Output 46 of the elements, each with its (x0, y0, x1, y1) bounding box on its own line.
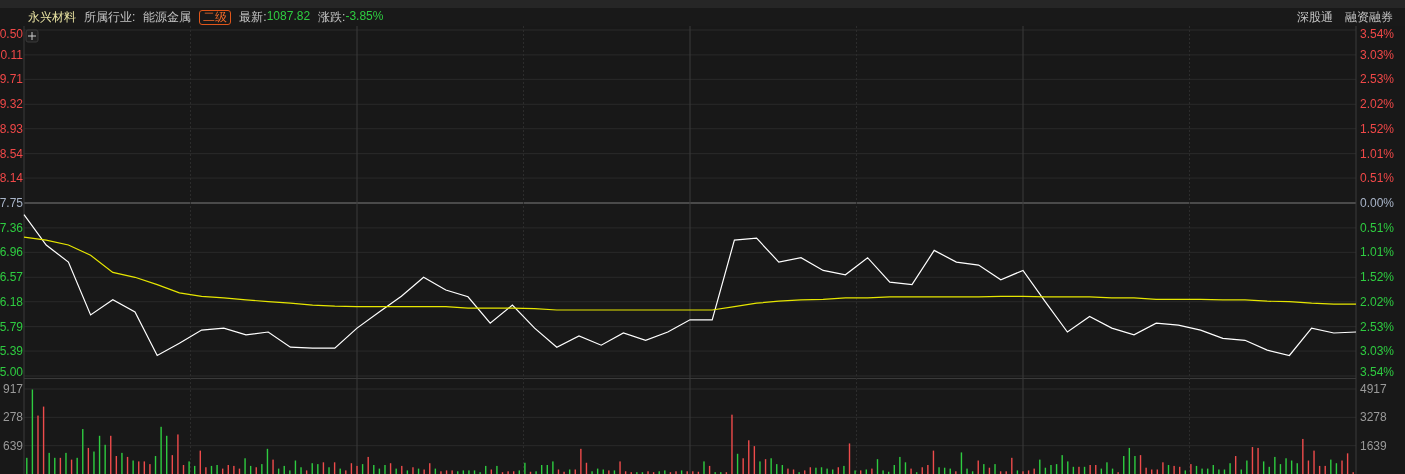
percent-axis-label: 0.51% (1360, 171, 1395, 186)
header-link[interactable]: 融资融券 (1345, 8, 1393, 26)
percent-axis-label: 1.01% (1360, 146, 1395, 161)
latest-price: 1087.82 (266, 8, 311, 25)
percent-axis-label: 0.00% (1360, 196, 1395, 210)
volume-axis-label: 4917 (1360, 382, 1387, 396)
change-percent: -3.85% (345, 8, 384, 25)
price-axis-label: 9.32 (0, 97, 23, 112)
price-axis-label: 7.75 (0, 196, 23, 210)
price-axis-label: 0.11 (0, 47, 23, 62)
percent-axis-label: 3.03% (1360, 344, 1395, 359)
price-axis-label: 5.79 (0, 319, 23, 334)
industry-label: 所属行业: (84, 8, 136, 26)
percent-axis-label: 1.52% (1360, 121, 1395, 136)
volume-axis-label: 278 (2, 410, 23, 425)
change-label: 涨跌: (318, 8, 346, 26)
level-tag: 二级 (199, 9, 232, 25)
price-axis-label: 5.00 (0, 365, 23, 378)
volume-axis-label: 3278 (1360, 410, 1387, 425)
price-axis-label: 5.39 (0, 344, 23, 359)
percent-axis-label: 2.53% (1360, 72, 1395, 87)
percent-axis-label: 3.54% (1360, 365, 1395, 378)
percent-axis-label: 1.52% (1360, 270, 1395, 285)
percent-axis-label: 3.54% (1360, 27, 1395, 41)
volume-axis-label: 639 (2, 438, 23, 453)
price-axis-label: 8.93 (0, 121, 23, 136)
latest-label: 最新: (239, 8, 267, 26)
volume-axis-label: 917 (2, 382, 23, 396)
price-axis-label: 6.96 (0, 245, 23, 260)
industry-name: 能源金属 (143, 8, 192, 26)
stock-name: 永兴材料 (28, 8, 76, 26)
percent-axis-label: 2.53% (1360, 319, 1395, 334)
price-axis-label: 7.36 (0, 220, 23, 235)
header-link[interactable]: 深股通 (1297, 8, 1333, 26)
price-axis-label: 6.18 (0, 294, 23, 309)
price-axis-label: 8.14 (0, 171, 23, 186)
price-axis-label: 6.57 (0, 270, 23, 285)
volume-axis-label: 1639 (1360, 438, 1387, 453)
price-axis-label: 0.50 (0, 27, 23, 41)
price-axis-label: 8.54 (0, 146, 23, 161)
percent-axis-label: 2.02% (1360, 97, 1395, 112)
price-axis-label: 9.71 (0, 72, 23, 87)
percent-axis-label: 3.03% (1360, 47, 1395, 62)
percent-axis-label: 2.02% (1360, 294, 1395, 309)
percent-axis-label: 1.01% (1360, 245, 1395, 260)
percent-axis-label: 0.51% (1360, 220, 1395, 235)
